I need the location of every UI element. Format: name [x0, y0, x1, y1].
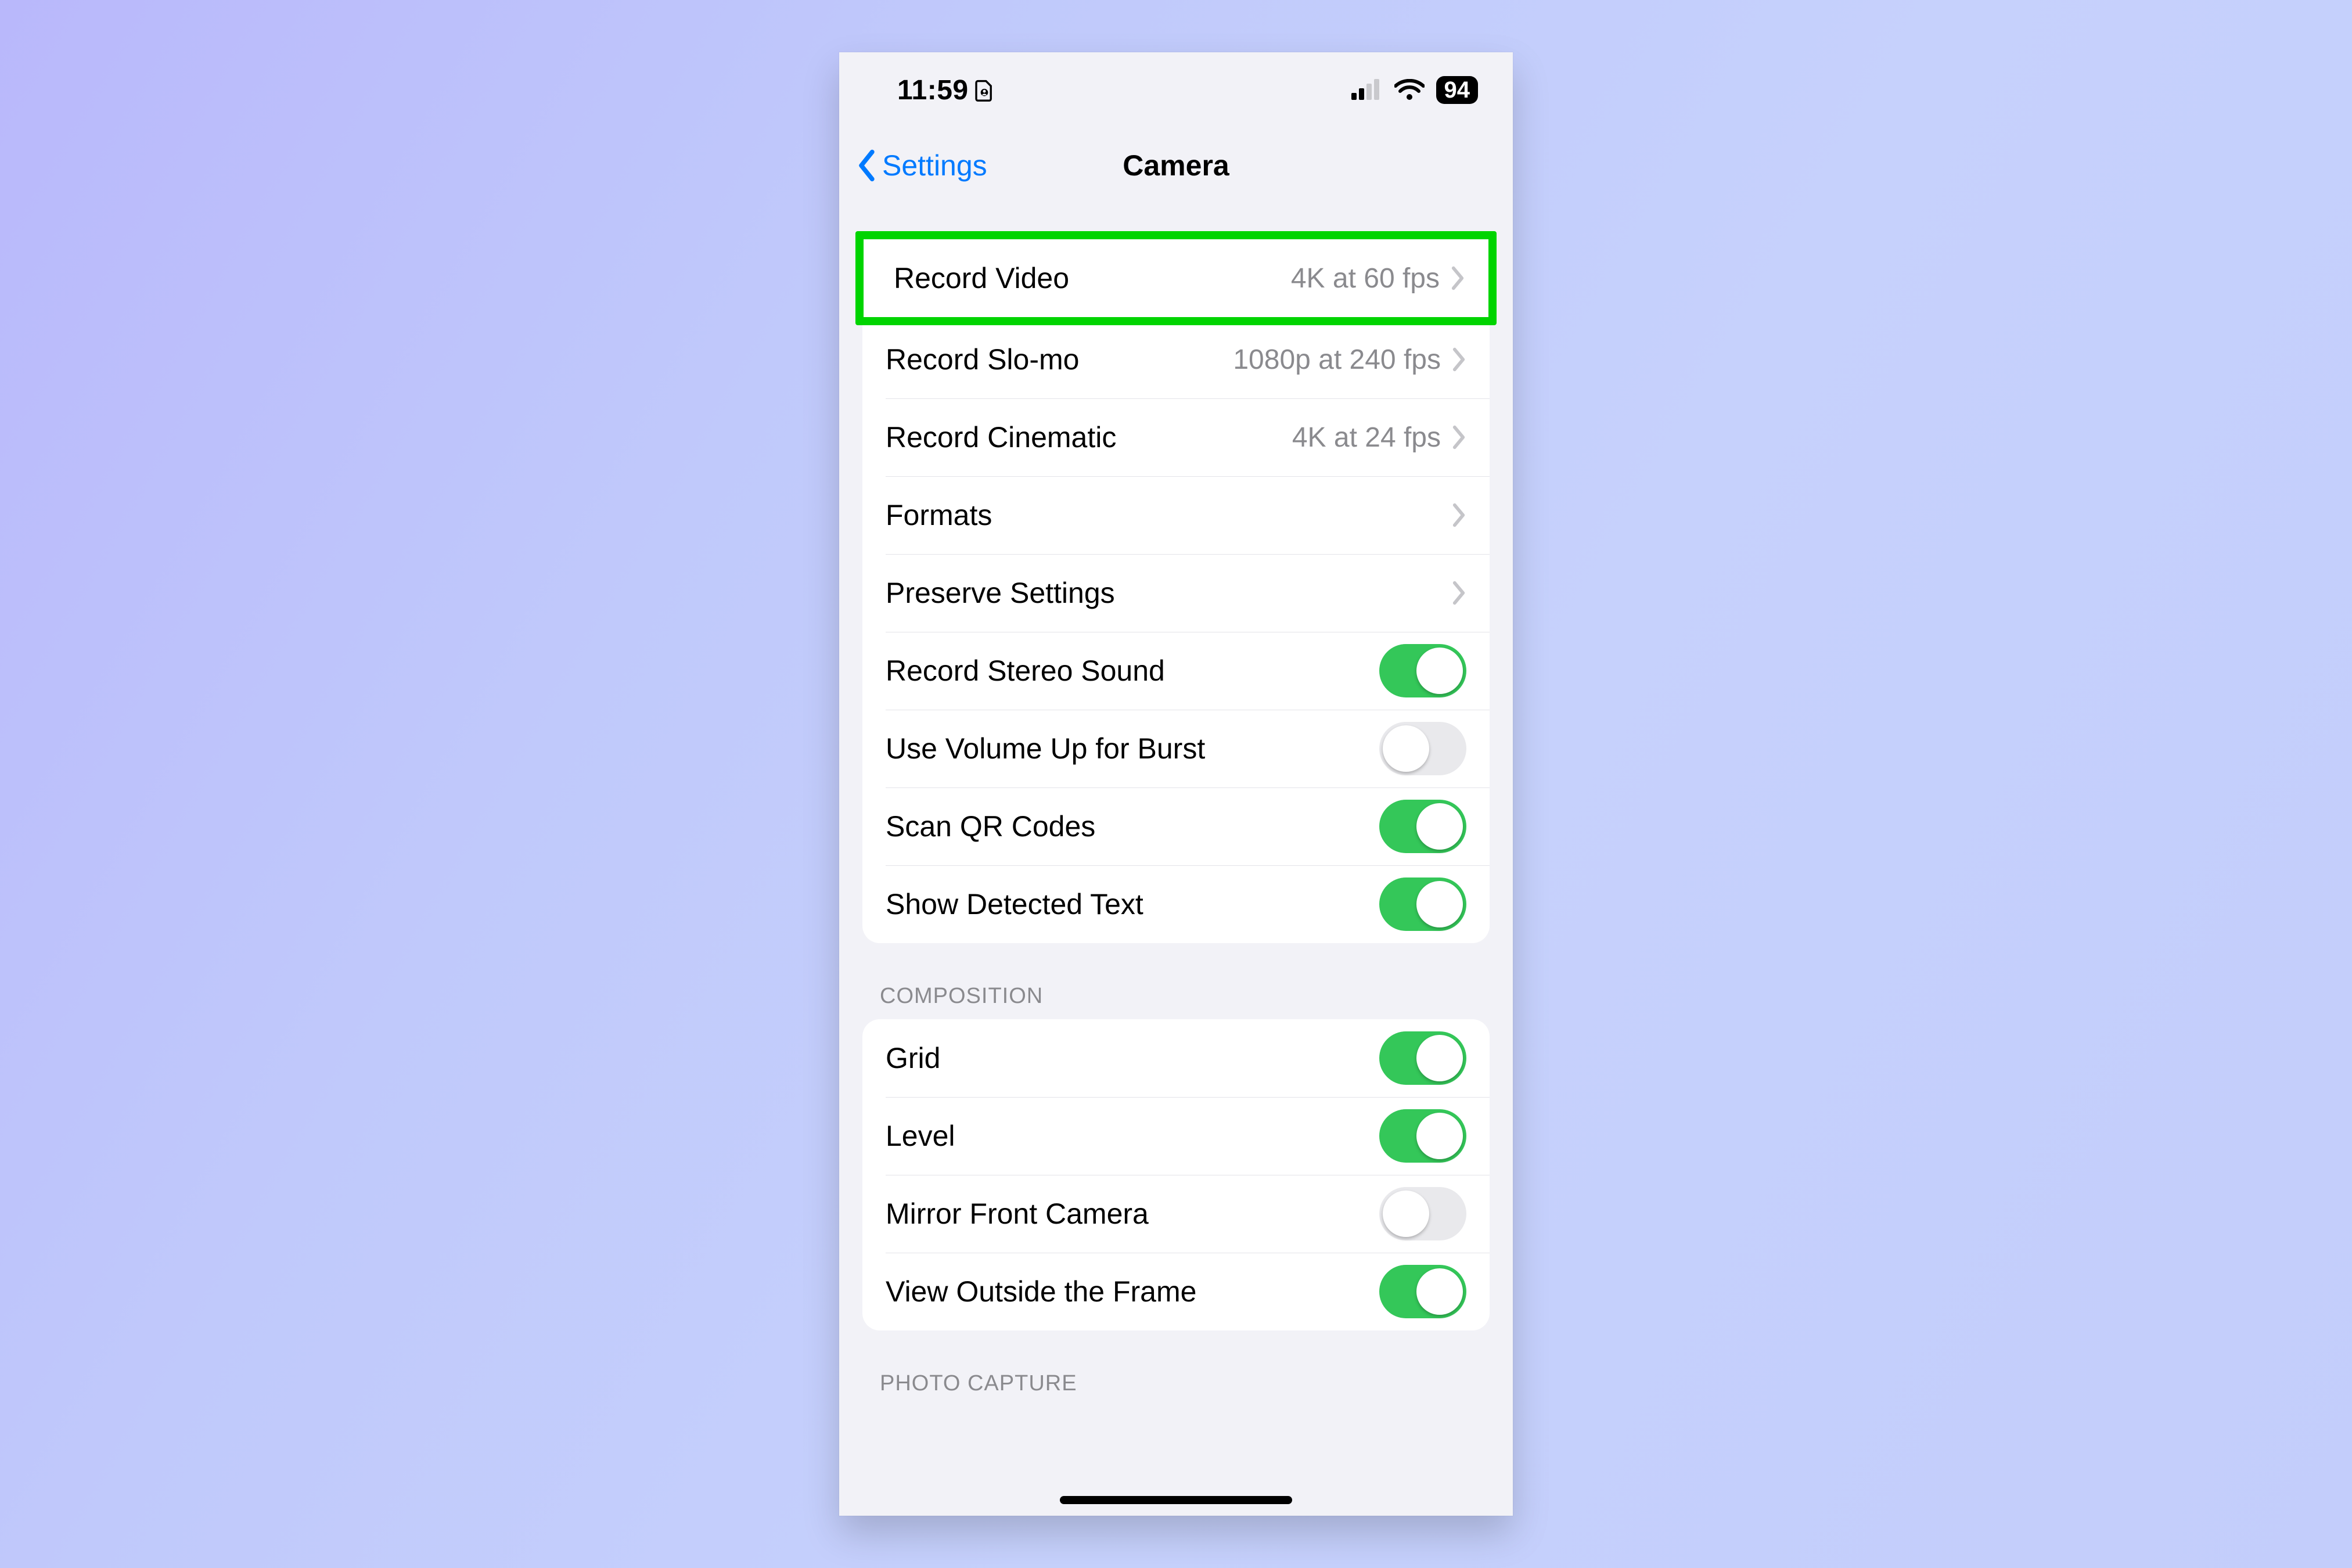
row-level: Level [862, 1097, 1490, 1175]
chevron-right-icon [1451, 425, 1466, 450]
row-scan-qr: Scan QR Codes [862, 787, 1490, 865]
row-value: 1080p at 240 fps [1233, 344, 1441, 376]
chevron-right-icon [1451, 502, 1466, 528]
row-value: 4K at 24 fps [1292, 422, 1441, 454]
row-mirror-front: Mirror Front Camera [862, 1175, 1490, 1253]
chevron-left-icon [857, 149, 879, 182]
row-record-slomo[interactable]: Record Slo-mo 1080p at 240 fps [862, 321, 1490, 398]
row-formats[interactable]: Formats [862, 476, 1490, 554]
sim-card-icon [974, 78, 994, 102]
row-value: 4K at 60 fps [1291, 262, 1440, 294]
toggle-view-outside[interactable] [1379, 1265, 1466, 1318]
toggle-volume-burst[interactable] [1379, 722, 1466, 775]
row-record-stereo: Record Stereo Sound [862, 632, 1490, 710]
battery-badge: 94 [1436, 76, 1479, 104]
section-header-composition: COMPOSITION [839, 943, 1513, 1019]
row-label: Formats [886, 498, 992, 532]
settings-content: Record Video 4K at 60 fps Record Slo-mo … [839, 203, 1513, 1516]
row-preserve-settings[interactable]: Preserve Settings [862, 554, 1490, 632]
row-label: Record Cinematic [886, 420, 1116, 454]
home-indicator[interactable] [1060, 1496, 1292, 1504]
row-label: View Outside the Frame [886, 1275, 1196, 1308]
row-label: Grid [886, 1041, 940, 1075]
status-bar: 11:59 [839, 52, 1513, 128]
row-label: Mirror Front Camera [886, 1197, 1149, 1231]
group-main: Record Slo-mo 1080p at 240 fps Record Ci… [862, 321, 1490, 943]
phone-screen: 11:59 [839, 52, 1513, 1516]
row-grid: Grid [862, 1019, 1490, 1097]
row-record-video[interactable]: Record Video 4K at 60 fps [864, 239, 1488, 317]
row-volume-burst: Use Volume Up for Burst [862, 710, 1490, 787]
back-button[interactable]: Settings [839, 149, 987, 182]
group-composition: Grid Level Mirror Front Camera View Outs… [862, 1019, 1490, 1330]
wifi-icon [1394, 79, 1425, 101]
row-label: Level [886, 1119, 955, 1153]
toggle-level[interactable] [1379, 1109, 1466, 1163]
status-right: 94 [1351, 76, 1479, 104]
row-record-cinematic[interactable]: Record Cinematic 4K at 24 fps [862, 398, 1490, 476]
row-label: Scan QR Codes [886, 810, 1095, 843]
toggle-record-stereo[interactable] [1379, 644, 1466, 697]
row-label: Record Slo-mo [886, 343, 1079, 376]
toggle-mirror-front[interactable] [1379, 1187, 1466, 1240]
section-header-photo-capture: PHOTO CAPTURE [839, 1330, 1513, 1407]
row-label: Show Detected Text [886, 887, 1143, 921]
status-time: 11:59 [897, 74, 969, 106]
row-label: Record Stereo Sound [886, 654, 1165, 688]
battery-percent: 94 [1444, 78, 1470, 102]
back-label: Settings [882, 149, 987, 182]
row-right: 4K at 24 fps [1292, 422, 1466, 454]
row-label: Use Volume Up for Burst [886, 732, 1205, 765]
row-show-text: Show Detected Text [862, 865, 1490, 943]
row-view-outside: View Outside the Frame [862, 1253, 1490, 1330]
cellular-signal-icon [1351, 79, 1383, 101]
status-left: 11:59 [897, 74, 994, 106]
chevron-right-icon [1451, 580, 1466, 606]
highlight-record-video: Record Video 4K at 60 fps [855, 231, 1497, 325]
row-label: Record Video [894, 261, 1069, 295]
toggle-show-text[interactable] [1379, 877, 1466, 931]
row-right: 4K at 60 fps [1291, 262, 1465, 294]
row-right: 1080p at 240 fps [1233, 344, 1466, 376]
chevron-right-icon [1450, 265, 1465, 291]
toggle-grid[interactable] [1379, 1031, 1466, 1085]
row-label: Preserve Settings [886, 576, 1115, 610]
row-right [1451, 580, 1466, 606]
chevron-right-icon [1451, 347, 1466, 372]
nav-bar: Settings Camera [839, 128, 1513, 203]
row-right [1451, 502, 1466, 528]
toggle-scan-qr[interactable] [1379, 800, 1466, 853]
